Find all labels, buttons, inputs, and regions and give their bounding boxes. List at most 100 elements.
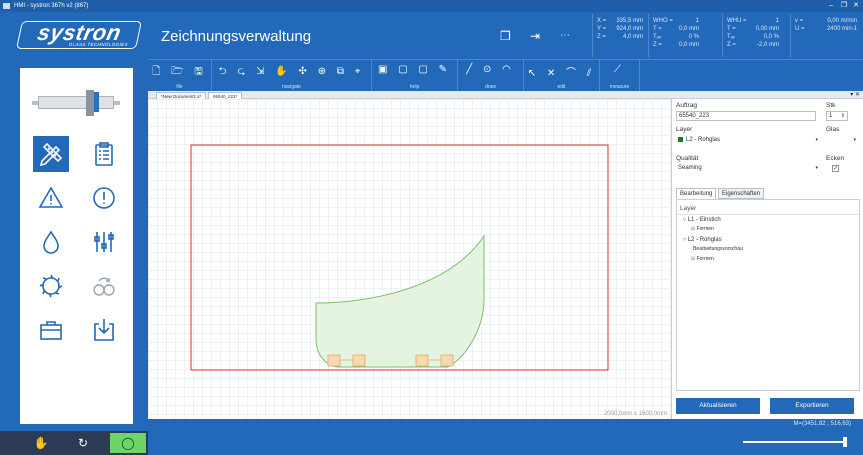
sliders-icon [94, 232, 114, 252]
properties-panel: Auftrag Stk 65540_223 1 ⇕ Layer Glas L2 -… [671, 99, 863, 419]
exit-icon[interactable]: ⇥ [530, 29, 540, 43]
warning-triangle-icon [38, 186, 64, 208]
droplet-icon [43, 230, 59, 254]
speed-readout: v = 0,00 m/min U = 2400 min-1 [790, 14, 862, 57]
shape-outline[interactable] [315, 234, 485, 368]
suction-cup [440, 354, 454, 367]
suction-cup [327, 354, 341, 367]
layer-label: Layer [676, 126, 693, 133]
status-bar: M=(3451,82 ; 516,63) [148, 419, 863, 431]
ecken-label: Ecken [826, 155, 845, 162]
stk-label: Stk [826, 102, 836, 109]
window-title: HMI - systron 367h v2 (867) [14, 3, 89, 9]
document-tabs: *New Document1.s* 65540_223* ▾ ✕ [148, 91, 863, 99]
navigate-tools[interactable]: ⮌ ⮎ ⇲ ✋ ✣ ⊕ ⧉ ⌖ [212, 64, 371, 81]
warnings-button[interactable] [33, 180, 69, 216]
help-tools[interactable]: ▣ ▢ ▢ ✎ [372, 64, 457, 75]
stk-stepper[interactable]: 1 ⇕ [826, 111, 848, 121]
import-button[interactable] [86, 312, 122, 348]
tree-item-l1[interactable]: ▿ L1 - Einstich [683, 216, 721, 223]
mode-controls: ✋ ↻ ◯ [0, 431, 148, 455]
update-button[interactable]: Aktualisieren [676, 398, 760, 414]
toolbar-group-edit: ↖ ✕ ⌒ ⫽ edit [524, 60, 600, 92]
header-bar: systron GLASS TECHNOLOGIES Zeichnungsver… [0, 12, 863, 59]
layer-tree-header: Layer [677, 205, 859, 215]
messages-button[interactable] [86, 180, 122, 216]
pencil-ruler-icon [39, 142, 63, 167]
qualitaet-label: Qualität [676, 155, 699, 162]
close-icon[interactable]: ▾ ✕ [850, 91, 860, 98]
zoom-slider-thumb[interactable] [843, 437, 847, 447]
logo-subtitle: GLASS TECHNOLOGIES [68, 42, 129, 47]
layer-color-swatch [678, 136, 683, 142]
info-circle-icon [93, 187, 115, 209]
tab-65540[interactable]: 65540_223* [208, 92, 243, 99]
toolbar-group-file: 🗋 🗁 🖫 file [148, 60, 212, 92]
maximize-button[interactable]: ❐ [838, 0, 850, 12]
saw-blade-button[interactable] [33, 268, 69, 304]
layer-tree: Layer ▿ L1 - Einstich ⊞ Formen ▿ L2 - Ro… [676, 199, 860, 391]
tab-eigenschaften[interactable]: Eigenschaften [718, 188, 765, 199]
ecken-checkbox[interactable]: ✓ [832, 165, 839, 172]
app-icon [3, 3, 10, 9]
bottom-bar [148, 431, 863, 455]
page-title: Zeichnungsverwaltung [161, 28, 312, 45]
ribbon-toolbar: 🗋 🗁 🖫 file ⮌ ⮎ ⇲ ✋ ✣ ⊕ ⧉ ⌖ navigate ▣ ▢ … [148, 59, 863, 92]
qualitaet-select[interactable]: Seaming ▾ [676, 164, 820, 174]
mouse-position: M=(3451,82 ; 516,63) [793, 421, 851, 427]
suction-cup [352, 354, 366, 367]
file-tools[interactable]: 🗋 🗁 🖫 [148, 64, 211, 81]
more-icon[interactable]: ⋯ [560, 29, 570, 43]
drawing-svg [190, 144, 609, 371]
tab-new-document[interactable]: *New Document1.s* [156, 92, 207, 99]
auftrag-field[interactable]: 65540_223 [676, 111, 816, 121]
toolbox-icon [40, 321, 62, 340]
zoom-slider-track[interactable] [743, 441, 845, 443]
suction-cup [415, 354, 429, 367]
toolbar-group-help: ▣ ▢ ▢ ✎ help [372, 60, 458, 92]
cycle-button[interactable] [86, 268, 122, 304]
minimize-button[interactable]: – [825, 0, 837, 12]
drawing-tools-button[interactable] [33, 136, 69, 172]
layer-select[interactable]: L2 - Rohglas ▾ [676, 136, 820, 146]
machine-illustration [32, 90, 120, 116]
order-list-button[interactable] [86, 136, 122, 172]
edit-tools[interactable]: ↖ ✕ ⌒ ⫽ [524, 64, 599, 79]
draw-tools[interactable]: ╱ ⊙ ◠ [458, 64, 523, 75]
copy-icon[interactable]: ❐ [500, 29, 511, 43]
settings-sliders-button[interactable] [86, 224, 122, 260]
position-readout: X = 335,5 mm Y = 924,0 mm Z = 4,0 mm [592, 14, 648, 57]
toolbar-group-measure: ⟋ measure [600, 60, 640, 92]
rotate-icon[interactable]: ↻ [68, 433, 98, 453]
left-sidebar [0, 59, 148, 431]
tool-who-readout: WHO = 1 T = 0,0 mm Tₐᵥ 0 % Z = 0,0 mm [648, 14, 720, 57]
toolbar-group-draw: ╱ ⊙ ◠ draw [458, 60, 524, 92]
app-window: HMI - systron 367h v2 (867) – ❐ ✕ systro… [0, 0, 863, 455]
clipboard-icon [95, 142, 113, 166]
export-button[interactable]: Exportieren [770, 398, 854, 414]
tree-item-formen-1[interactable]: ⊞ Formen [691, 226, 714, 232]
function-panel [20, 68, 133, 424]
tree-item-formen-2[interactable]: ⊞ Formen [691, 256, 714, 262]
download-tray-icon [94, 319, 114, 341]
run-mode-icon[interactable]: ◯ [110, 433, 146, 453]
tool-whu-readout: WHU = 1 T = 0,00 mm Tₐᵥ 0,0 % Z = -2,0 mm [722, 14, 788, 57]
drawing-canvas[interactable]: 2000,0mm x 1600,0mm [148, 99, 671, 419]
hand-mode-icon[interactable]: ✋ [26, 433, 56, 453]
canvas-size-label: 2000,0mm x 1600,0mm [603, 411, 667, 417]
toolbox-button[interactable] [33, 312, 69, 348]
measure-tool[interactable]: ⟋ [600, 64, 639, 75]
saw-blade-icon [39, 274, 63, 298]
water-button[interactable] [33, 224, 69, 260]
tab-bearbeitung[interactable]: Bearbeitung [676, 188, 717, 199]
glas-select[interactable]: ▾ [826, 136, 858, 146]
toolbar-group-navigate: ⮌ ⮎ ⇲ ✋ ✣ ⊕ ⧉ ⌖ navigate [212, 60, 372, 92]
close-button[interactable]: ✕ [850, 0, 862, 12]
tree-item-preview[interactable]: Bearbeitungsvorschau [693, 246, 743, 252]
tree-item-l2[interactable]: ▿ L2 - Rohglas [683, 236, 722, 243]
window-titlebar: HMI - systron 367h v2 (867) – ❐ ✕ [0, 0, 863, 12]
glas-label: Glas [826, 126, 840, 133]
cycle-glasses-icon [93, 277, 115, 296]
systron-logo: systron GLASS TECHNOLOGIES [16, 20, 142, 49]
auftrag-label: Auftrag [676, 102, 697, 109]
